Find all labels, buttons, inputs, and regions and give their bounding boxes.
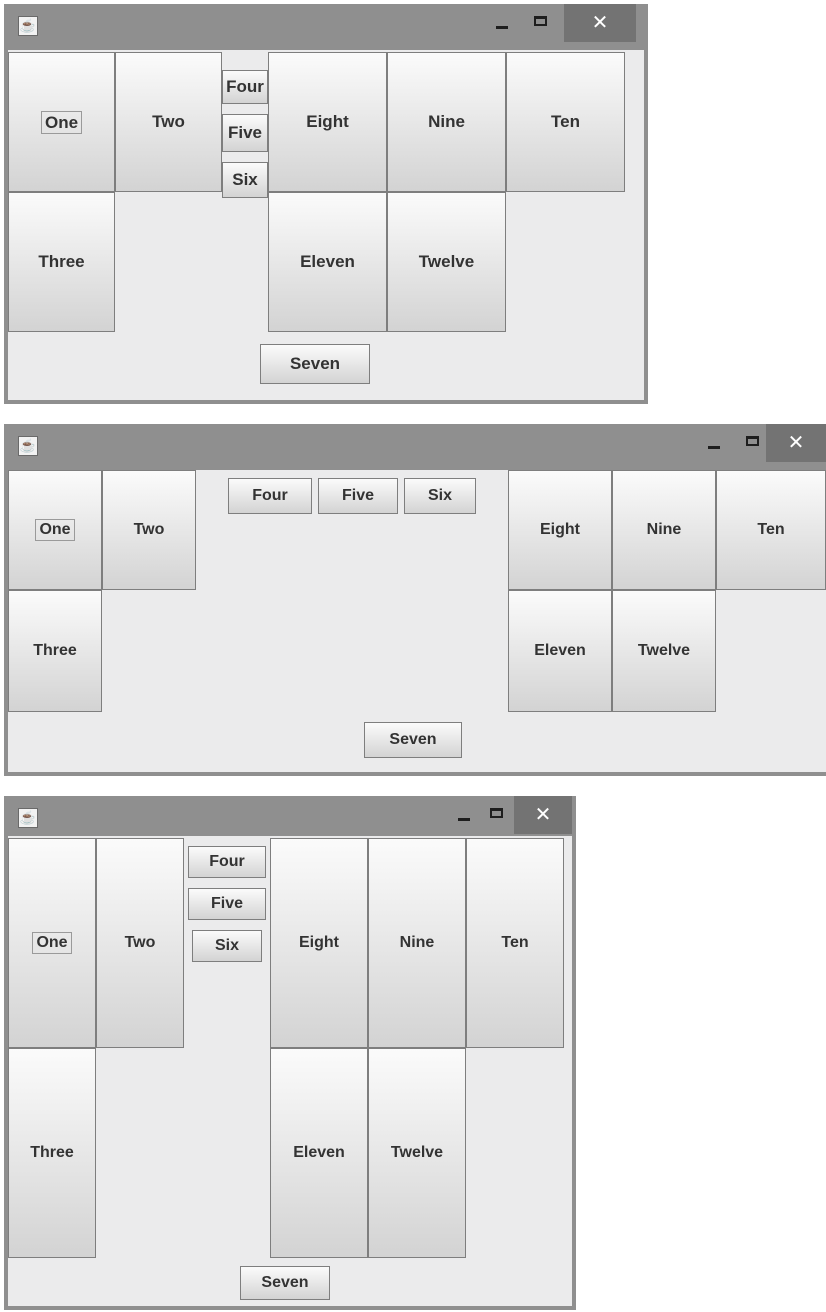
- button-eight[interactable]: Eight: [508, 470, 612, 590]
- button-three[interactable]: Three: [8, 1048, 96, 1258]
- button-seven[interactable]: Seven: [240, 1266, 330, 1300]
- button-four[interactable]: Four: [228, 478, 312, 514]
- button-ten[interactable]: Ten: [466, 838, 564, 1048]
- content-pane: One Two Four Five Six Eight Nine Ten Thr…: [8, 470, 826, 772]
- button-two[interactable]: Two: [115, 52, 222, 192]
- close-icon[interactable]: ✕: [564, 4, 636, 42]
- maximize-icon[interactable]: [478, 796, 518, 834]
- button-one[interactable]: One: [8, 52, 115, 192]
- button-five[interactable]: Five: [318, 478, 398, 514]
- button-nine[interactable]: Nine: [368, 838, 466, 1048]
- button-ten[interactable]: Ten: [716, 470, 826, 590]
- button-four[interactable]: Four: [222, 70, 268, 104]
- button-two[interactable]: Two: [96, 838, 184, 1048]
- maximize-icon[interactable]: [522, 4, 562, 42]
- button-four[interactable]: Four: [188, 846, 266, 878]
- button-six[interactable]: Six: [404, 478, 476, 514]
- button-five[interactable]: Five: [188, 888, 266, 920]
- java-coffee-cup-icon[interactable]: ☕: [18, 808, 38, 828]
- button-one-label: One: [32, 932, 72, 954]
- button-one-label: One: [35, 519, 75, 541]
- java-coffee-cup-icon[interactable]: ☕: [18, 436, 38, 456]
- button-one[interactable]: One: [8, 470, 102, 590]
- button-seven[interactable]: Seven: [364, 722, 462, 758]
- minimize-icon[interactable]: [482, 4, 522, 42]
- button-eight[interactable]: Eight: [268, 52, 387, 192]
- button-three[interactable]: Three: [8, 192, 115, 332]
- content-pane: One Two Four Five Six Eight Nine Ten Thr…: [8, 50, 644, 400]
- button-five[interactable]: Five: [222, 114, 268, 152]
- button-twelve[interactable]: Twelve: [387, 192, 506, 332]
- button-one-label: One: [40, 110, 83, 134]
- button-six[interactable]: Six: [222, 162, 268, 198]
- button-twelve[interactable]: Twelve: [368, 1048, 466, 1258]
- minimize-icon[interactable]: [694, 424, 734, 462]
- button-twelve[interactable]: Twelve: [612, 590, 716, 712]
- button-nine[interactable]: Nine: [612, 470, 716, 590]
- title-bar[interactable]: ☕ ✕: [4, 796, 576, 840]
- button-seven[interactable]: Seven: [260, 344, 370, 384]
- button-six[interactable]: Six: [192, 930, 262, 962]
- title-bar[interactable]: ☕ ✕: [4, 4, 648, 48]
- button-eleven[interactable]: Eleven: [268, 192, 387, 332]
- content-pane: One Two Four Five Six Eight Nine Ten Thr…: [8, 836, 572, 1306]
- button-eleven[interactable]: Eleven: [270, 1048, 368, 1258]
- window-1: ☕ ✕ One Two Four Five Six Eight Nine Ten…: [4, 4, 648, 404]
- close-icon[interactable]: ✕: [766, 424, 826, 462]
- title-bar[interactable]: ☕ ✕: [4, 424, 826, 468]
- button-eleven[interactable]: Eleven: [508, 590, 612, 712]
- button-three[interactable]: Three: [8, 590, 102, 712]
- java-coffee-cup-icon[interactable]: ☕: [18, 16, 38, 36]
- button-ten[interactable]: Ten: [506, 52, 625, 192]
- window-3: ☕ ✕ One Two Four Five Six Eight Nine Ten…: [4, 796, 576, 1310]
- button-nine[interactable]: Nine: [387, 52, 506, 192]
- button-eight[interactable]: Eight: [270, 838, 368, 1048]
- window-2: ☕ ✕ One Two Four Five Six Eight Nine Ten…: [4, 424, 826, 776]
- close-icon[interactable]: ✕: [514, 796, 572, 834]
- button-one[interactable]: One: [8, 838, 96, 1048]
- button-two[interactable]: Two: [102, 470, 196, 590]
